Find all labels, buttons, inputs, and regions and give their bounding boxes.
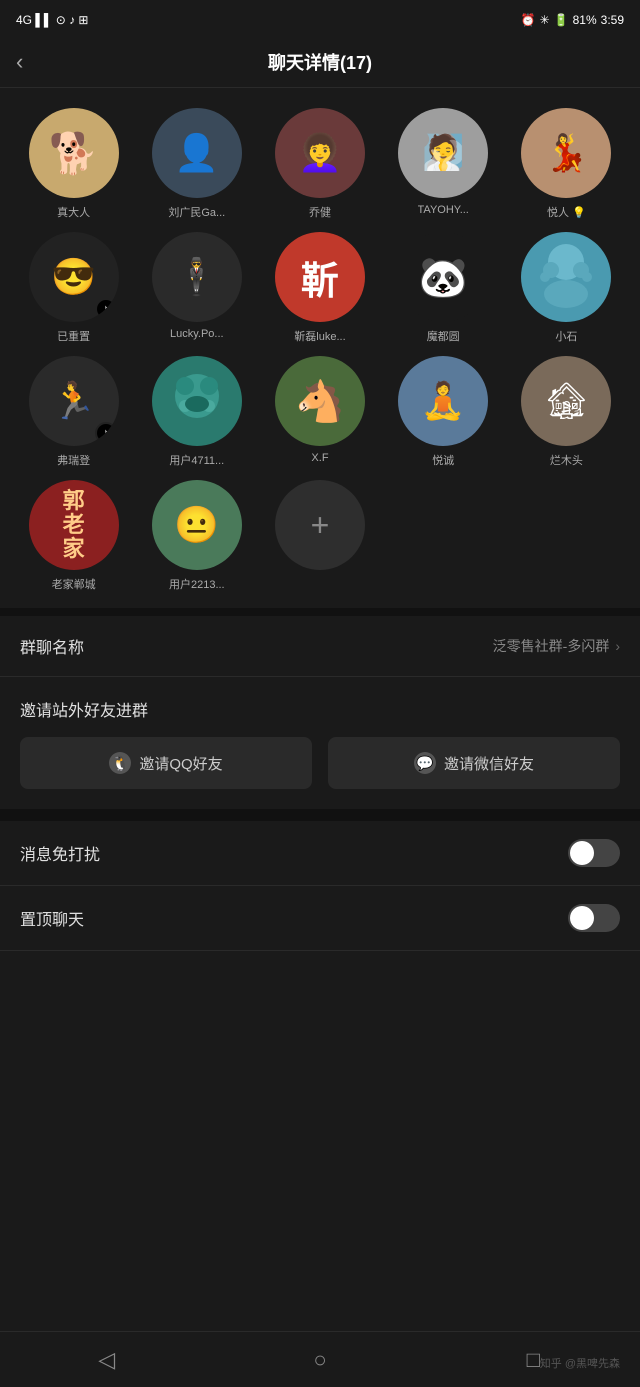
member-name: 老家郸城 (52, 576, 96, 592)
plus-icon: + (311, 507, 330, 544)
section-gap (0, 809, 640, 821)
member-item[interactable]: 🧘 悦诚 (386, 356, 501, 468)
watermark: 知乎 @黑啤先森 (540, 1355, 620, 1371)
member-item[interactable]: 用户4711... (139, 356, 254, 468)
qq-icon: 🐧 (109, 752, 131, 774)
bottom-nav: ◁ ○ □ 知乎 @黑啤先森 (0, 1331, 640, 1387)
member-item[interactable]: 郭老家 老家郸城 (16, 480, 131, 592)
settings-section: 群聊名称 泛零售社群-多闪群 › 邀请站外好友进群 🐧 邀请QQ好友 💬 邀请微… (0, 616, 640, 951)
alarm-icon: ⏰ (521, 13, 536, 27)
invite-section: 邀请站外好友进群 🐧 邀请QQ好友 💬 邀请微信好友 (0, 677, 640, 809)
member-avatar: 🐼 (398, 232, 488, 322)
member-name: 乔健 (309, 204, 331, 220)
member-name: 烂木头 (550, 452, 583, 468)
tiktok-badge: ♪ (95, 422, 117, 444)
member-item[interactable]: 🧖 TAYOHY... (386, 108, 501, 220)
member-item[interactable]: 靳 靳磊luke... (262, 232, 377, 344)
member-item[interactable]: 小石 (509, 232, 624, 344)
bluetooth-icon: ✳ (540, 13, 550, 27)
mute-toggle[interactable] (568, 839, 620, 867)
member-name: 弗瑞登 (57, 452, 90, 468)
invite-qq-label: 邀请QQ好友 (139, 753, 222, 774)
status-bar: 4G ▌▌ ⊙ ♪ ⊞ ⏰ ✳ 🔋 81% 3:59 (0, 0, 640, 36)
nav-back-button[interactable]: ◁ (77, 1340, 137, 1380)
member-avatar: 😎 ♪ (29, 232, 119, 322)
member-name: 用户4711... (169, 452, 224, 468)
add-member-item[interactable]: + (262, 480, 377, 592)
member-name: TAYOHY... (418, 204, 469, 216)
member-name: 悦人 💡 (547, 204, 586, 220)
member-avatar: 🏃 ♪ (29, 356, 119, 446)
tiktok-badge: ♪ (95, 298, 117, 320)
member-name: 靳磊luke... (294, 328, 345, 344)
member-item[interactable]: 👩‍🦱 乔健 (262, 108, 377, 220)
mute-label: 消息免打扰 (20, 841, 100, 865)
member-name: 刘广民Ga... (168, 204, 225, 220)
invite-wechat-button[interactable]: 💬 邀请微信好友 (328, 737, 620, 789)
add-member-button[interactable]: + (275, 480, 365, 570)
members-grid: 🐕 真大人 👤 刘广民Ga... 👩‍🦱 乔健 🧖 TAYOHY... 💃 悦人… (16, 108, 624, 592)
section-divider-1 (0, 608, 640, 616)
member-item[interactable]: 😎 ♪ 已重置 (16, 232, 131, 344)
page-header: ‹ 聊天详情(17) (0, 36, 640, 88)
member-name: Lucky.Po... (170, 328, 224, 340)
member-avatar: 👤 (152, 108, 242, 198)
invite-wechat-label: 邀请微信好友 (444, 753, 534, 774)
nav-home-button[interactable]: ○ (290, 1340, 350, 1380)
wechat-icon: 💬 (414, 752, 436, 774)
member-avatar: 👩‍🦱 (275, 108, 365, 198)
pin-label: 置顶聊天 (20, 906, 84, 930)
invite-buttons: 🐧 邀请QQ好友 💬 邀请微信好友 (20, 737, 620, 789)
invite-title: 邀请站外好友进群 (20, 697, 620, 721)
member-item[interactable]: 🐴 X.F (262, 356, 377, 468)
group-name-value: 泛零售社群-多闪群 (493, 636, 610, 656)
member-item[interactable]: 🐼 魔都圆 (386, 232, 501, 344)
members-section: 🐕 真大人 👤 刘广民Ga... 👩‍🦱 乔健 🧖 TAYOHY... 💃 悦人… (0, 88, 640, 608)
group-name-row[interactable]: 群聊名称 泛零售社群-多闪群 › (0, 616, 640, 677)
member-name: 悦诚 (432, 452, 454, 468)
member-avatar: 郭老家 (29, 480, 119, 570)
member-avatar (152, 356, 242, 446)
chevron-right-icon: › (615, 638, 620, 654)
member-item[interactable]: 🕴 Lucky.Po... (139, 232, 254, 344)
member-item[interactable]: 💃 悦人 💡 (509, 108, 624, 220)
member-avatar: 💃 (521, 108, 611, 198)
member-item[interactable]: 🏃 ♪ 弗瑞登 (16, 356, 131, 468)
time-display: 3:59 (601, 13, 624, 27)
member-item[interactable]: 🏚 烂木头 (509, 356, 624, 468)
member-name: X.F (311, 452, 328, 464)
member-avatar: 🧘 (398, 356, 488, 446)
member-item[interactable]: 👤 刘广民Ga... (139, 108, 254, 220)
page-title: 聊天详情(17) (268, 49, 372, 75)
member-name: 已重置 (57, 328, 90, 344)
status-signal: 4G ▌▌ ⊙ ♪ ⊞ (16, 13, 88, 27)
member-name: 真大人 (57, 204, 90, 220)
member-avatar: 🧖 (398, 108, 488, 198)
member-avatar: 🕴 (152, 232, 242, 322)
group-name-label: 群聊名称 (20, 634, 84, 658)
member-name: 小石 (555, 328, 577, 344)
mute-row: 消息免打扰 (0, 821, 640, 886)
status-right: ⏰ ✳ 🔋 81% 3:59 (521, 13, 624, 27)
member-item[interactable]: 🐕 真大人 (16, 108, 131, 220)
invite-qq-button[interactable]: 🐧 邀请QQ好友 (20, 737, 312, 789)
battery-percent: 81% (573, 13, 597, 27)
member-avatar: 靳 (275, 232, 365, 322)
mute-toggle-knob (570, 841, 594, 865)
member-avatar: 😐 (152, 480, 242, 570)
pin-row: 置顶聊天 (0, 886, 640, 951)
member-avatar: 🐕 (29, 108, 119, 198)
member-avatar: 🐴 (275, 356, 365, 446)
member-avatar: 🏚 (521, 356, 611, 446)
member-name: 魔都圆 (427, 328, 460, 344)
member-item[interactable]: 😐 用户2213... (139, 480, 254, 592)
member-avatar (521, 232, 611, 322)
pin-toggle[interactable] (568, 904, 620, 932)
pin-toggle-knob (570, 906, 594, 930)
back-button[interactable]: ‹ (16, 49, 23, 75)
battery-icon: 🔋 (554, 13, 569, 27)
member-name: 用户2213... (169, 576, 225, 592)
group-name-value-container: 泛零售社群-多闪群 › (493, 636, 620, 656)
